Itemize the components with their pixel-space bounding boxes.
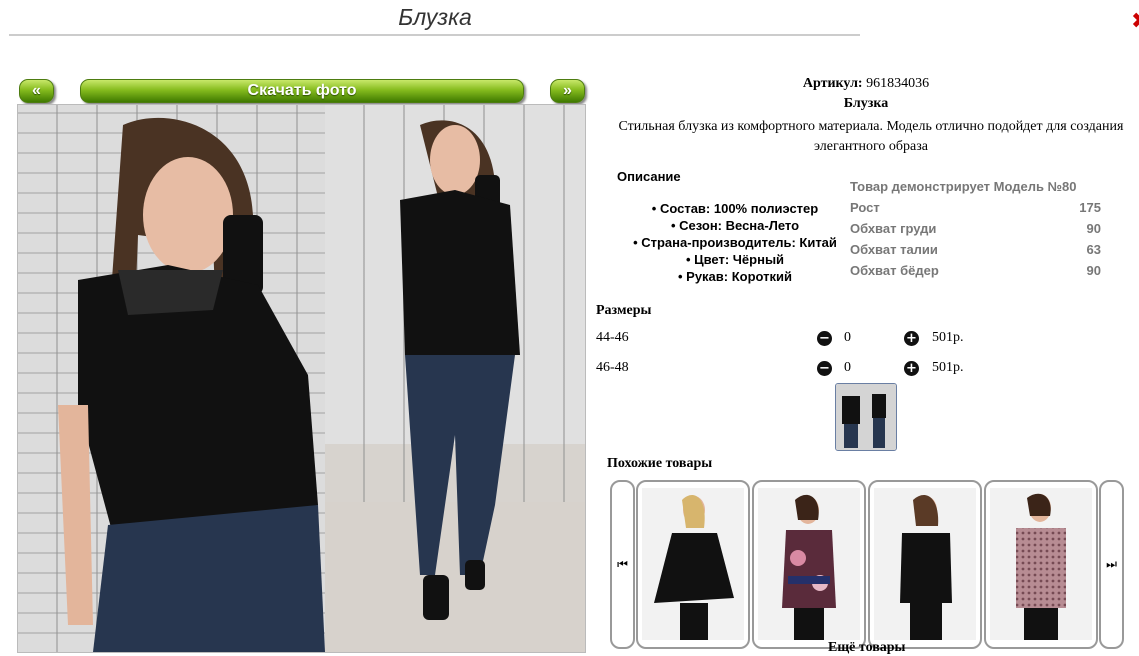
model-row: Рост 175	[850, 197, 1101, 218]
model-figure-full	[400, 120, 520, 620]
details-item: • Рукав: Короткий	[677, 269, 793, 284]
plus-icon[interactable]: +	[904, 331, 919, 346]
plus-icon[interactable]: +	[904, 361, 919, 376]
carousel-next-icon[interactable]: ⏭	[1099, 480, 1124, 649]
close-icon[interactable]: ✖	[1131, 9, 1139, 34]
model-figure-closeup	[58, 117, 325, 652]
size-price: 501р.	[932, 360, 964, 375]
size-label: 46-48	[596, 360, 629, 375]
photo-thumbnail[interactable]	[835, 383, 897, 451]
model-row-value: 63	[1086, 242, 1101, 257]
similar-item[interactable]	[636, 480, 750, 649]
model-measurements: Товар демонстрирует Модель №80 Рост 175 О…	[850, 176, 1101, 281]
model-row-label: Обхват бёдер	[850, 263, 939, 278]
details-item: • Сезон: Весна-Лето	[670, 218, 800, 233]
model-heading-text: Товар демонстрирует Модель №80	[850, 179, 1077, 194]
details-heading: Описание	[617, 169, 681, 184]
title-divider	[9, 34, 860, 36]
similar-item[interactable]	[752, 480, 866, 649]
model-row-value: 175	[1079, 200, 1101, 215]
minus-icon[interactable]: −	[817, 331, 832, 346]
model-row-label: Обхват талии	[850, 242, 938, 257]
model-row: Обхват бёдер 90	[850, 260, 1101, 281]
size-label: 44-46	[596, 330, 629, 345]
more-items-link[interactable]: Ещё товары	[828, 640, 906, 656]
similar-item[interactable]	[868, 480, 982, 649]
size-price: 501р.	[932, 330, 964, 345]
details-item: • Цвет: Чёрный	[685, 252, 785, 267]
download-photo-button[interactable]: Скачать фото	[80, 79, 524, 103]
product-name: Блузка	[843, 96, 889, 111]
article-label: Артикул:	[802, 76, 863, 91]
model-heading: Товар демонстрирует Модель №80	[850, 176, 1101, 197]
details-item: • Состав: 100% полиэстер	[651, 201, 819, 216]
article-value: 961834036	[866, 76, 930, 91]
size-quantity: 0	[844, 360, 851, 375]
model-row-value: 90	[1086, 263, 1101, 278]
product-description: Стильная блузка из комфортного материала…	[618, 119, 1124, 154]
model-row-label: Рост	[850, 200, 880, 215]
model-row: Обхват груди 90	[850, 218, 1101, 239]
main-product-photo	[17, 104, 586, 653]
similar-heading: Похожие товары	[607, 456, 713, 471]
next-photo-button[interactable]: »	[550, 79, 585, 103]
sizes-heading: Размеры	[596, 303, 652, 318]
details-item: • Страна-производитель: Китай	[633, 235, 837, 250]
minus-icon[interactable]: −	[817, 361, 832, 376]
details-list: • Состав: 100% полиэстер • Сезон: Весна-…	[605, 200, 865, 285]
article-line: Артикул: 961834036	[596, 76, 1136, 92]
model-row-label: Обхват груди	[850, 221, 937, 236]
photo-right-half	[325, 105, 585, 652]
model-row-value: 90	[1086, 221, 1101, 236]
photo-left-half	[18, 105, 325, 652]
carousel-prev-icon[interactable]: ⏮	[610, 480, 635, 649]
model-row: Обхват талии 63	[850, 239, 1101, 260]
size-quantity: 0	[844, 330, 851, 345]
size-row: 44-46 − 0 + 501р.	[596, 330, 996, 350]
size-row: 46-48 − 0 + 501р.	[596, 360, 996, 380]
similar-item[interactable]	[984, 480, 1098, 649]
prev-photo-button[interactable]: «	[19, 79, 54, 103]
page-title: Блузка	[398, 4, 472, 30]
